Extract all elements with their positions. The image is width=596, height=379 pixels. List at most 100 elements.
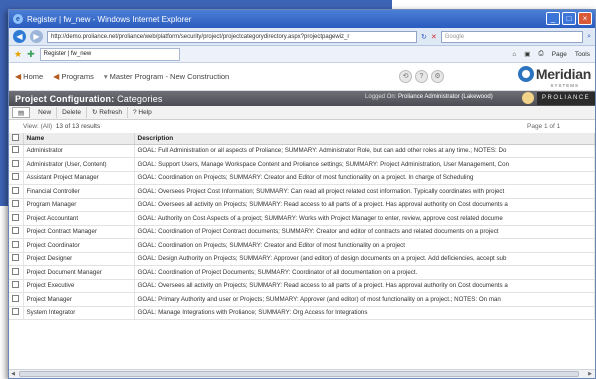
horizontal-scrollbar[interactable]: ◀ ▶ [9, 369, 595, 378]
table-row[interactable]: Project Contract Manager GOAL: Coordinati… [9, 225, 595, 239]
stop-icon[interactable]: ✕ [431, 33, 437, 41]
back-icon[interactable]: ◀ [13, 30, 26, 43]
favorites-row: ★ ✚ Register | fw_new ⌂ ▣ ⎙ Page Tools [9, 46, 595, 63]
view-row: View: (All) 13 of 13 results Page 1 of 1 [9, 120, 595, 133]
row-name[interactable]: Project Manager [23, 292, 135, 307]
new-button[interactable]: New [33, 107, 58, 118]
refresh-page-icon[interactable]: ↻ [421, 33, 427, 41]
row-description: GOAL: Manage Integrations with Proliance… [134, 306, 595, 320]
row-name[interactable]: Project Designer [23, 252, 135, 266]
select-all-checkbox[interactable] [9, 133, 24, 145]
print-icon[interactable]: ⎙ [538, 50, 543, 58]
table-row[interactable]: Project Accountant GOAL: Authority on Cos… [9, 211, 595, 226]
company-logo: Meridian SYSTEMS [517, 66, 591, 88]
search-icon[interactable]: ⌕ [587, 33, 591, 41]
table-row[interactable]: Assistant Project Manager GOAL: Coordinat… [9, 171, 595, 185]
column-header-name[interactable]: Name [23, 133, 135, 145]
delete-button[interactable]: Delete [57, 107, 87, 118]
ie-logo-icon: e [13, 14, 23, 24]
search-input[interactable]: Google [440, 30, 584, 43]
row-description: GOAL: Support Users, Manage Workspace Co… [134, 157, 595, 172]
help-button[interactable]: ? Help [128, 107, 157, 118]
view-filter[interactable]: View: (All) [23, 123, 52, 130]
app-header: ◀ Home ◀ Programs ▾ Master Program - New Co… [9, 63, 595, 91]
browser-window: e Register | fw_new - Windows Internet E… [8, 9, 596, 379]
breadcrumb-program[interactable]: ▾ Master Program - New Construction [104, 72, 229, 81]
row-checkbox[interactable] [9, 292, 24, 307]
row-checkbox[interactable] [9, 184, 24, 199]
table-row[interactable]: Project Document Manager GOAL: Coordinati… [9, 265, 595, 280]
row-checkbox[interactable] [9, 157, 24, 172]
favorites-star-icon[interactable]: ★ [14, 49, 22, 60]
row-name[interactable]: Project Coordinator [23, 238, 135, 253]
table-row[interactable]: Project Executive GOAL: Oversees all acti… [9, 279, 595, 293]
config-title-bar: Project Configuration: Categories Logged… [9, 91, 595, 106]
row-checkbox[interactable] [9, 279, 24, 293]
breadcrumb-home[interactable]: ◀ Home [15, 72, 43, 81]
row-checkbox[interactable] [9, 211, 24, 226]
refresh-button[interactable]: ↻ Refresh [87, 107, 128, 118]
row-description: GOAL: Oversees all activity on Projects;… [134, 279, 595, 293]
scroll-left-icon[interactable]: ◀ [9, 371, 17, 377]
scroll-thumb[interactable] [19, 371, 579, 377]
table-row[interactable]: Project Manager GOAL: Primary Authority a… [9, 292, 595, 307]
result-count: 13 of 13 results [55, 123, 101, 130]
row-description: GOAL: Primary Authority and user or Proj… [134, 292, 595, 307]
history-icon[interactable]: ⟲ [399, 70, 412, 83]
row-name[interactable]: Project Accountant [23, 211, 135, 226]
page-menu[interactable]: Page [552, 51, 567, 58]
table-row[interactable]: Administrator GOAL: Full Administration o… [9, 144, 595, 158]
feeds-icon[interactable]: ▣ [524, 50, 530, 58]
breadcrumb-arrow-icon: ◀ [53, 72, 60, 81]
browser-tab[interactable]: Register | fw_new [39, 47, 180, 61]
page-indicator: Page 1 of 1 [527, 123, 561, 130]
row-checkbox[interactable] [9, 198, 24, 212]
home-icon[interactable]: ⌂ [512, 51, 516, 58]
row-checkbox[interactable] [9, 144, 24, 158]
table-row[interactable]: Administrator (User, Content) GOAL: Suppo… [9, 157, 595, 172]
row-description: GOAL: Full Administration or all aspects… [134, 144, 595, 158]
table-row[interactable]: System Integrator GOAL: Manage Integratio… [9, 306, 595, 320]
table-row[interactable]: Project Coordinator GOAL: Coordination on… [9, 238, 595, 253]
settings-icon[interactable]: ⚙ [431, 70, 444, 83]
row-description: GOAL: Authority on Cost Aspects of a pro… [134, 211, 595, 226]
row-description: GOAL: Design Authority on Projects; SUMM… [134, 252, 595, 266]
row-checkbox[interactable] [9, 171, 24, 185]
address-input[interactable]: http://demo.proliance.net/proliance/web/… [47, 30, 417, 43]
maximize-button[interactable]: □ [562, 12, 576, 25]
row-checkbox[interactable] [9, 306, 24, 320]
proliance-brand: PROLIANCE [537, 92, 595, 105]
row-name[interactable]: System Integrator [23, 306, 135, 320]
row-name[interactable]: Assistant Project Manager [23, 171, 135, 185]
table-row[interactable]: Financial Controller GOAL: Oversees Proje… [9, 184, 595, 199]
add-favorite-icon[interactable]: ✚ [27, 49, 35, 60]
row-checkbox[interactable] [9, 252, 24, 266]
logo-icon [517, 66, 534, 82]
row-name[interactable]: Administrator [23, 144, 135, 158]
column-header-description[interactable]: Description [134, 133, 595, 145]
forward-icon[interactable]: ▶ [30, 30, 43, 43]
grid-menu-icon[interactable]: ▤ [12, 107, 31, 118]
user-avatar[interactable] [522, 92, 534, 104]
breadcrumb-programs[interactable]: ◀ Programs [53, 72, 94, 81]
grid-toolbar: ▤ New Delete ↻ Refresh ? Help [9, 106, 595, 120]
row-name[interactable]: Project Executive [23, 279, 135, 293]
row-name[interactable]: Project Contract Manager [23, 225, 135, 239]
row-checkbox[interactable] [9, 225, 24, 239]
help-icon[interactable]: ? [415, 70, 428, 83]
minimize-button[interactable]: _ [546, 12, 560, 25]
address-bar-row: ◀ ▶ http://demo.proliance.net/proliance/… [9, 28, 595, 46]
row-description: GOAL: Coordination on Projects; SUMMARY:… [134, 171, 595, 185]
row-description: GOAL: Oversees all activity on Projects;… [134, 198, 595, 212]
close-button[interactable]: × [578, 12, 592, 25]
table-row[interactable]: Project Designer GOAL: Design Authority o… [9, 252, 595, 266]
scroll-right-icon[interactable]: ▶ [586, 371, 594, 377]
row-checkbox[interactable] [9, 238, 24, 253]
row-checkbox[interactable] [9, 265, 24, 280]
row-name[interactable]: Financial Controller [23, 184, 135, 199]
tools-menu[interactable]: Tools [575, 51, 590, 58]
row-name[interactable]: Administrator (User, Content) [23, 157, 135, 172]
row-name[interactable]: Program Manager [23, 198, 135, 212]
row-name[interactable]: Project Document Manager [23, 265, 135, 280]
table-row[interactable]: Program Manager GOAL: Oversees all activi… [9, 198, 595, 212]
